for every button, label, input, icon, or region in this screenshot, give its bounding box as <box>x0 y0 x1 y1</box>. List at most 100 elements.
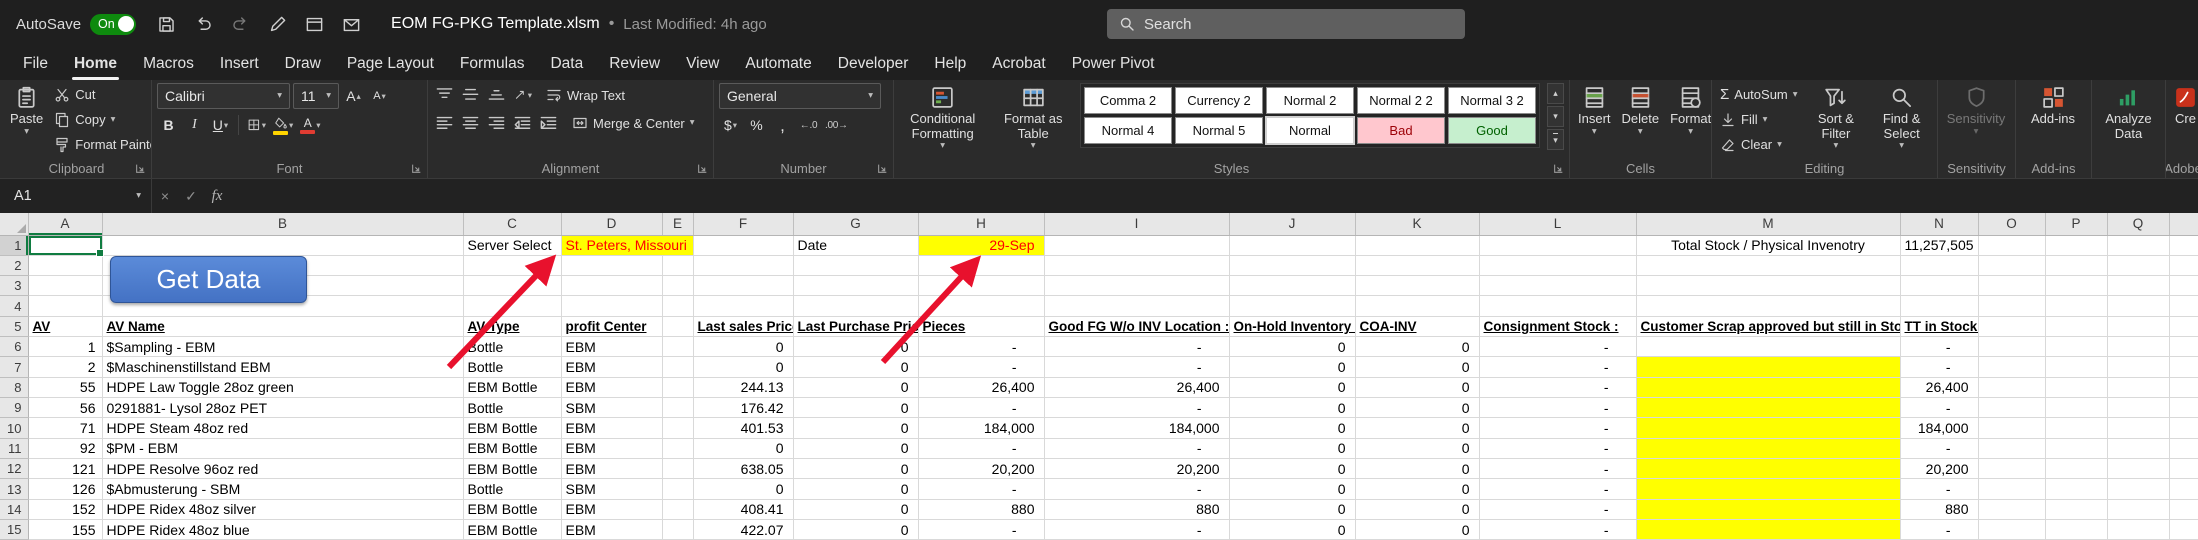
tab-insert[interactable]: Insert <box>207 48 272 80</box>
align-top-button[interactable] <box>433 83 456 107</box>
cell-Q15[interactable] <box>2107 520 2169 540</box>
cell-I4[interactable] <box>1044 296 1229 316</box>
sensitivity-button[interactable]: Sensitivity▾ <box>1943 83 2009 136</box>
cell-L15[interactable]: - <box>1479 520 1636 540</box>
accounting-format-button[interactable]: $▾ <box>719 113 742 137</box>
cell-Q10[interactable] <box>2107 418 2169 438</box>
gallery-more-button[interactable]: ▾ <box>1547 129 1564 150</box>
tab-automate[interactable]: Automate <box>732 48 824 80</box>
cell-I3[interactable] <box>1044 276 1229 296</box>
column-header-J[interactable]: J <box>1229 213 1355 235</box>
cell-J8[interactable]: 0 <box>1229 377 1355 397</box>
tab-macros[interactable]: Macros <box>130 48 207 80</box>
cell-N14[interactable]: 880 <box>1900 499 1978 519</box>
paste-button[interactable]: Paste ▾ <box>7 83 46 136</box>
cell-K7[interactable]: 0 <box>1355 357 1479 377</box>
cell-O6[interactable] <box>1978 337 2045 357</box>
cell-N15[interactable]: - <box>1900 520 1978 540</box>
cell-C13[interactable]: Bottle <box>463 479 561 499</box>
cell-I10[interactable]: 184,000 <box>1044 418 1229 438</box>
gallery-up-button[interactable]: ▴ <box>1547 83 1564 104</box>
cell-B7[interactable]: $Maschinenstillstand EBM <box>102 357 463 377</box>
cell-Q9[interactable] <box>2107 398 2169 418</box>
cell-P6[interactable] <box>2045 337 2107 357</box>
cell-A10[interactable]: 71 <box>28 418 102 438</box>
cell-C15[interactable]: EBM Bottle <box>463 520 561 540</box>
cell-A14[interactable]: 152 <box>28 499 102 519</box>
increase-decimal-button[interactable]: ←.0 <box>797 113 820 137</box>
cell-I5[interactable]: Good FG W/o INV Location : <box>1044 316 1229 336</box>
formula-input[interactable] <box>230 179 2198 213</box>
column-header-L[interactable]: L <box>1479 213 1636 235</box>
cell-J1[interactable] <box>1229 235 1355 255</box>
cell-C14[interactable]: EBM Bottle <box>463 499 561 519</box>
get-data-button[interactable]: Get Data <box>110 256 307 303</box>
cell-K6[interactable]: 0 <box>1355 337 1479 357</box>
cell-J2[interactable] <box>1229 255 1355 275</box>
cell-E7[interactable] <box>662 357 693 377</box>
underline-button[interactable]: U▾ <box>209 113 232 137</box>
cell-F3[interactable] <box>693 276 793 296</box>
column-header-M[interactable]: M <box>1636 213 1900 235</box>
pen-button[interactable] <box>261 8 293 40</box>
column-header-I[interactable]: I <box>1044 213 1229 235</box>
cell-L11[interactable]: - <box>1479 438 1636 458</box>
cell-B12[interactable]: HDPE Resolve 96oz red <box>102 459 463 479</box>
copy-button[interactable]: Copy▾ <box>51 108 152 131</box>
cell-F7[interactable]: 0 <box>693 357 793 377</box>
cell-D3[interactable] <box>561 276 662 296</box>
cell-Q14[interactable] <box>2107 499 2169 519</box>
cell-D12[interactable]: EBM <box>561 459 662 479</box>
row-header-13[interactable]: 13 <box>0 479 28 499</box>
column-header-K[interactable]: K <box>1355 213 1479 235</box>
borders-button[interactable]: ▾ <box>245 113 268 137</box>
select-all-corner[interactable] <box>0 213 28 235</box>
tab-data[interactable]: Data <box>537 48 596 80</box>
cell-N4[interactable] <box>1900 296 1978 316</box>
cell-J5[interactable]: On-Hold Inventory : <box>1229 316 1355 336</box>
cell-C9[interactable]: Bottle <box>463 398 561 418</box>
cell-E9[interactable] <box>662 398 693 418</box>
name-box[interactable]: A1▾ <box>0 179 152 213</box>
cell-E14[interactable] <box>662 499 693 519</box>
cell-P4[interactable] <box>2045 296 2107 316</box>
cell-F1[interactable] <box>693 235 793 255</box>
cell-J3[interactable] <box>1229 276 1355 296</box>
cell-pad-5[interactable] <box>2169 316 2198 336</box>
cell-B15[interactable]: HDPE Ridex 48oz blue <box>102 520 463 540</box>
cell-J14[interactable]: 0 <box>1229 499 1355 519</box>
cell-K9[interactable]: 0 <box>1355 398 1479 418</box>
save-button[interactable] <box>150 8 182 40</box>
cell-H11[interactable]: - <box>918 438 1044 458</box>
cell-M10[interactable] <box>1636 418 1900 438</box>
cell-E8[interactable] <box>662 377 693 397</box>
cell-P8[interactable] <box>2045 377 2107 397</box>
merge-center-button[interactable]: Merge & Center▾ <box>569 112 698 135</box>
cell-pad-3[interactable] <box>2169 276 2198 296</box>
cell-D8[interactable]: EBM <box>561 377 662 397</box>
cell-L13[interactable]: - <box>1479 479 1636 499</box>
cell-H4[interactable] <box>918 296 1044 316</box>
increase-indent-button[interactable] <box>537 111 560 135</box>
cell-O14[interactable] <box>1978 499 2045 519</box>
cell-M11[interactable] <box>1636 438 1900 458</box>
cell-D13[interactable]: SBM <box>561 479 662 499</box>
cell-A6[interactable]: 1 <box>28 337 102 357</box>
conditional-formatting-button[interactable]: Conditional Formatting ▾ <box>899 83 986 151</box>
cell-O5[interactable] <box>1978 316 2045 336</box>
cell-O11[interactable] <box>1978 438 2045 458</box>
cell-G10[interactable]: 0 <box>793 418 918 438</box>
cell-F13[interactable]: 0 <box>693 479 793 499</box>
tab-home[interactable]: Home <box>61 48 130 80</box>
cell-N3[interactable] <box>1900 276 1978 296</box>
font-name-select[interactable]: Calibri▾ <box>157 83 290 109</box>
cell-G11[interactable]: 0 <box>793 438 918 458</box>
cell-B13[interactable]: $Abmusterung - SBM <box>102 479 463 499</box>
cell-P1[interactable] <box>2045 235 2107 255</box>
align-center-button[interactable] <box>459 111 482 135</box>
cell-M6[interactable] <box>1636 337 1900 357</box>
cell-Q8[interactable] <box>2107 377 2169 397</box>
cell-O7[interactable] <box>1978 357 2045 377</box>
cell-J7[interactable]: 0 <box>1229 357 1355 377</box>
cell-E11[interactable] <box>662 438 693 458</box>
